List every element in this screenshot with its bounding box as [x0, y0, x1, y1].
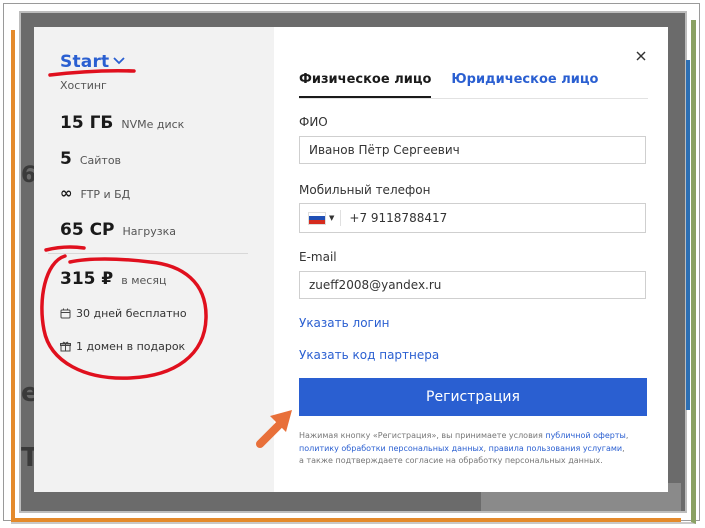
fio-input[interactable]: [299, 136, 646, 164]
registration-modal: Start Хостинг 15 ГБ NVMe диск 5 Сайтов ∞…: [34, 27, 668, 492]
terms-disclaimer: Нажимая кнопку «Регистрация», вы принима…: [299, 430, 639, 468]
phone-input[interactable]: [347, 210, 632, 226]
account-type-tabs: Физическое лицо Юридическое лицо: [299, 72, 598, 98]
plan-name[interactable]: Start: [60, 52, 109, 72]
divider: [48, 253, 248, 254]
price-value: 315 ₽: [60, 269, 114, 289]
gift-icon: [60, 341, 71, 352]
public-offer-link[interactable]: публичной оферты: [545, 431, 626, 440]
chevron-down-icon[interactable]: [113, 57, 125, 65]
specify-partner-code-link[interactable]: Указать код партнера: [299, 348, 439, 362]
spec-label: Нагрузка: [122, 225, 177, 238]
feature-text: 1 домен в подарок: [76, 340, 186, 353]
fio-label: ФИО: [299, 115, 328, 129]
feature-free-trial: 30 дней бесплатно: [60, 307, 187, 320]
disclaimer-text: а также подтверждаете согласие на обрабо…: [299, 456, 603, 465]
spec-label: FTP и БД: [80, 188, 131, 201]
phone-label: Мобильный телефон: [299, 183, 431, 197]
spec-value: 15 ГБ: [60, 113, 114, 133]
feature-text: 30 дней бесплатно: [76, 307, 187, 320]
tabs-underline: [299, 98, 648, 99]
spec-load: 65 CP Нагрузка: [60, 220, 176, 240]
registration-form-panel: Физическое лицо Юридическое лицо ФИО Моб…: [274, 27, 668, 492]
plan-type: Хостинг: [60, 79, 107, 92]
price-period: в месяц: [121, 274, 167, 287]
phone-field: ▼: [299, 203, 646, 233]
specify-login-link[interactable]: Указать логин: [299, 316, 390, 330]
russia-flag-icon[interactable]: [308, 211, 326, 225]
frame-blue-stripe: [686, 60, 690, 410]
register-button[interactable]: Регистрация: [299, 378, 647, 416]
calendar-icon: [60, 308, 71, 319]
tab-legal-entity[interactable]: Юридическое лицо: [451, 72, 598, 98]
disclaimer-separator: ,: [622, 443, 625, 453]
email-input[interactable]: [299, 271, 646, 299]
disclaimer-text: Нажимая кнопку «Регистрация», вы принима…: [299, 431, 546, 440]
country-dropdown-caret-icon[interactable]: ▼: [329, 214, 334, 222]
spec-ftp-db: ∞ FTP и БД: [60, 184, 130, 202]
tab-individual[interactable]: Физическое лицо: [299, 72, 432, 98]
disclaimer-separator: ,: [625, 431, 629, 440]
spec-sites: 5 Сайтов: [60, 149, 121, 169]
privacy-policy-link[interactable]: политику обработки персональных данных: [299, 444, 484, 453]
spec-label: Сайтов: [79, 154, 122, 167]
spec-value: 5: [60, 149, 72, 169]
infinity-icon: ∞: [60, 184, 73, 202]
plan-price: 315 ₽ в месяц: [60, 269, 166, 289]
plan-summary-panel: Start Хостинг 15 ГБ NVMe диск 5 Сайтов ∞…: [34, 27, 274, 492]
service-rules-link[interactable]: правила пользования услугами: [489, 444, 623, 453]
email-label: E-mail: [299, 250, 337, 264]
feature-free-domain: 1 домен в подарок: [60, 340, 185, 353]
spec-value: 65 CP: [60, 220, 115, 240]
phone-separator: [340, 210, 342, 226]
spec-label: NVMe диск: [121, 118, 185, 131]
close-icon[interactable]: [634, 49, 648, 63]
spec-disk: 15 ГБ NVMe диск: [60, 113, 184, 133]
